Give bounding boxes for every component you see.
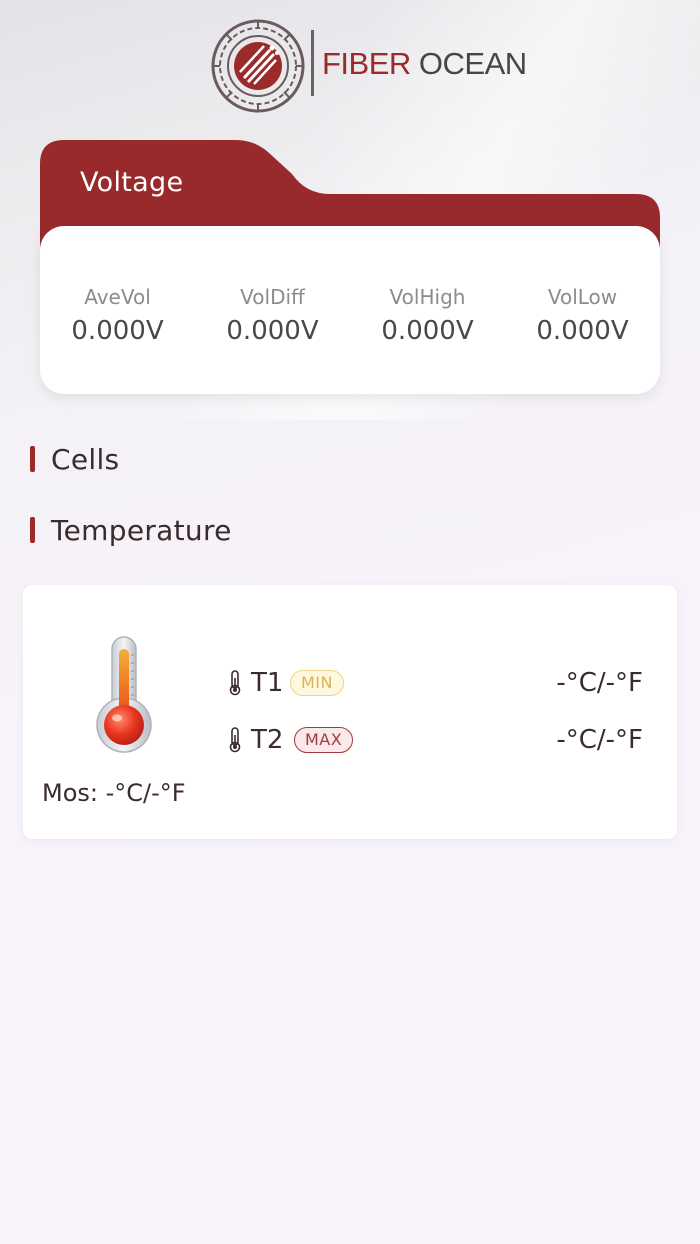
brand-name: FIBER OCEAN <box>322 46 527 82</box>
metric-value: 0.000V <box>536 316 629 346</box>
voltage-metrics: AveVol 0.000V VolDiff 0.000V VolHigh 0.0… <box>40 284 660 346</box>
metric-vol-diff: VolDiff 0.000V <box>195 284 350 346</box>
thermometer-small-icon <box>229 670 241 696</box>
metric-value: 0.000V <box>226 316 319 346</box>
section-title-temperature: Temperature <box>51 513 232 547</box>
thermometer-small-icon <box>229 727 241 753</box>
mos-temperature: Mos: -°C/-°F <box>42 779 186 807</box>
metric-vol-low: VolLow 0.000V <box>505 284 660 346</box>
sensor-row-t2: T2 MAX -°C/-°F <box>227 722 643 758</box>
sensor-value: -°C/-°F <box>556 725 643 755</box>
metric-ave-vol: AveVol 0.000V <box>40 284 195 346</box>
metric-label: VolLow <box>547 285 618 309</box>
section-temperature[interactable]: Temperature <box>30 513 232 547</box>
max-badge: MAX <box>294 727 354 753</box>
sensor-name: T2 <box>251 725 284 755</box>
brand-name-part2: OCEAN <box>418 46 527 81</box>
voltage-title: Voltage <box>80 167 184 198</box>
metric-vol-high: VolHigh 0.000V <box>350 284 505 346</box>
logo-divider <box>311 30 314 96</box>
section-cells[interactable]: Cells <box>30 442 119 476</box>
metric-label: VolDiff <box>240 285 305 309</box>
min-badge: MIN <box>290 670 344 696</box>
voltage-card-body: AveVol 0.000V VolDiff 0.000V VolHigh 0.0… <box>40 226 660 394</box>
sensor-row-t1: T1 MIN -°C/-°F <box>227 665 643 701</box>
temperature-card: Mos: -°C/-°F T1 MIN -°C/-°F T2 MAX -°C/-… <box>23 585 677 839</box>
brand-logo: FIBER OCEAN <box>210 18 527 114</box>
metric-value: 0.000V <box>71 316 164 346</box>
brand-name-part1: FIBER <box>322 46 411 81</box>
section-title-cells: Cells <box>51 442 120 476</box>
sensor-value: -°C/-°F <box>556 668 643 698</box>
brand-emblem-icon <box>211 19 305 113</box>
section-accent-bar <box>30 446 35 472</box>
metric-value: 0.000V <box>381 316 474 346</box>
metric-label: VolHigh <box>389 285 466 309</box>
thermometer-icon <box>96 636 152 753</box>
section-accent-bar <box>30 517 35 543</box>
voltage-card: Voltage AveVol 0.000V VolDiff 0.000V Vol… <box>40 140 660 394</box>
sensor-name: T1 <box>251 668 284 698</box>
metric-label: AveVol <box>84 285 151 309</box>
